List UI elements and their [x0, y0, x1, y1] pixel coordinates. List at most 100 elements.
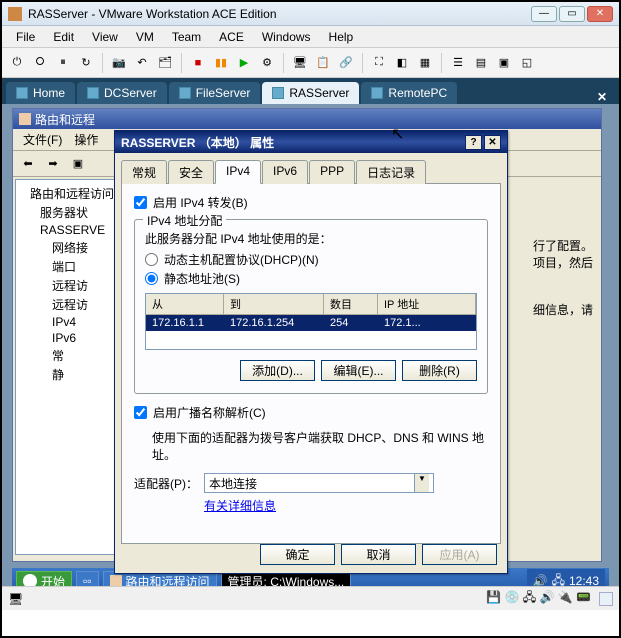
suspend-icon[interactable]: ⏸	[52, 52, 74, 74]
tab-remotepc[interactable]: RemotePC	[361, 82, 457, 104]
menu-team[interactable]: Team	[164, 28, 209, 46]
tree-server[interactable]: RASSERVE	[18, 222, 112, 238]
ip-assignment-group: IPv4 地址分配 此服务器分配 IPv4 地址使用的是： 动态主机配置协议(D…	[134, 219, 488, 394]
tab-security[interactable]: 安全	[168, 160, 214, 184]
menu-ace[interactable]: ACE	[211, 28, 252, 46]
chevron-down-icon[interactable]: ▼	[414, 474, 429, 492]
add-button[interactable]: 添加(D)...	[240, 360, 315, 381]
up-icon[interactable]: ▣	[67, 153, 89, 175]
tab-general[interactable]: 常规	[121, 160, 167, 184]
titlebar: RASServer - VMware Workstation ACE Editi…	[2, 2, 619, 26]
settings-icon[interactable]: ⚙	[256, 52, 278, 74]
tab-ipv6[interactable]: IPv6	[262, 160, 308, 184]
group-legend: IPv4 地址分配	[143, 212, 226, 229]
apply-button[interactable]: 应用(A)	[422, 544, 497, 565]
tree-nic[interactable]: 网络接	[18, 238, 112, 257]
revert-icon[interactable]: ↶	[131, 52, 153, 74]
manage-snap-icon[interactable]: 🗂	[154, 52, 176, 74]
properties-dialog: RASSERVER （本地） 属性 ? ✕ 常规 安全 IPv4 IPv6 PP…	[114, 130, 508, 574]
capture-icon[interactable]: 📋	[312, 52, 334, 74]
ok-button[interactable]: 确定	[260, 544, 335, 565]
chk-forward-box[interactable]	[134, 196, 147, 209]
vm-icon	[371, 87, 383, 99]
dialog-close-icon[interactable]: ✕	[484, 135, 501, 150]
chk-forward[interactable]: 启用 IPv4 转发(B)	[134, 194, 488, 211]
edit-button[interactable]: 编辑(E)...	[321, 360, 396, 381]
menu-edit[interactable]: Edit	[45, 28, 82, 46]
console-icon[interactable]: ▣	[493, 52, 515, 74]
radio-dhcp[interactable]: 动态主机配置协议(DHCP)(N)	[145, 251, 477, 268]
table-row[interactable]: 172.16.1.1 172.16.1.254 254 172.1...	[146, 315, 476, 331]
tree-gen[interactable]: 常	[18, 346, 112, 365]
menubar: File Edit View VM Team ACE Windows Help	[2, 26, 619, 48]
tree-ipv6[interactable]: IPv6	[18, 330, 112, 346]
tab-ppp[interactable]: PPP	[309, 160, 355, 184]
table-header: 从 到 数目 IP 地址	[146, 294, 476, 315]
rras-menu-action[interactable]: 操作	[68, 129, 104, 150]
snapshot-icon[interactable]: 📷	[108, 52, 130, 74]
unity-icon[interactable]: ◧	[391, 52, 413, 74]
group-text: 此服务器分配 IPv4 地址使用的是：	[145, 230, 477, 247]
adapter-combo[interactable]: 本地连接 ▼	[204, 473, 434, 493]
grab-icon[interactable]	[599, 592, 613, 606]
tab-dcserver[interactable]: DCServer	[77, 82, 167, 104]
dialog-title: RASSERVER （本地） 属性 ? ✕	[115, 131, 507, 153]
tab-rasserver[interactable]: RASServer	[262, 82, 359, 104]
network-icon[interactable]: 🔗	[335, 52, 357, 74]
maximize-button[interactable]: ▭	[559, 6, 585, 22]
rras-menu-file[interactable]: 文件(F)	[17, 129, 68, 150]
table-empty	[146, 331, 476, 349]
menu-file[interactable]: File	[8, 28, 43, 46]
close-button[interactable]: ✕	[587, 6, 613, 22]
power-off-icon[interactable]: ⭘	[29, 52, 51, 74]
fwd-icon[interactable]: ➡	[42, 153, 64, 175]
rras-title: 路由和远程	[13, 109, 601, 129]
radio-static[interactable]: 静态地址池(S)	[145, 270, 477, 287]
tab-close-icon[interactable]: ✕	[589, 90, 615, 104]
cancel-button[interactable]: 取消	[341, 544, 416, 565]
device-icons[interactable]: 💾 💿 🖧 🔊 🔌 📟	[486, 588, 591, 609]
window-title: RASServer - VMware Workstation ACE Editi…	[28, 7, 277, 21]
status-icon: 🖥	[8, 592, 23, 606]
chk-broadcast[interactable]: 启用广播名称解析(C)	[134, 404, 488, 421]
dialog-body: 启用 IPv4 转发(B) IPv4 地址分配 此服务器分配 IPv4 地址使用…	[121, 184, 501, 544]
chk-broadcast-box[interactable]	[134, 406, 147, 419]
vm-icon	[87, 87, 99, 99]
menu-view[interactable]: View	[84, 28, 126, 46]
tree-status[interactable]: 服务器状	[18, 203, 112, 222]
address-pool-table[interactable]: 从 到 数目 IP 地址 172.16.1.1 172.16.1.254 254…	[145, 293, 477, 350]
home-icon	[16, 87, 28, 99]
app-icon	[8, 7, 22, 21]
help-icon[interactable]: ?	[465, 135, 482, 150]
power-on-icon[interactable]: ⏻	[6, 52, 28, 74]
back-icon[interactable]: ⬅	[17, 153, 39, 175]
menu-windows[interactable]: Windows	[254, 28, 319, 46]
stop-icon[interactable]: ■	[187, 52, 209, 74]
menu-help[interactable]: Help	[321, 28, 362, 46]
tree-ra1[interactable]: 远程访	[18, 276, 112, 295]
menu-vm[interactable]: VM	[128, 28, 162, 46]
tab-fileserver[interactable]: FileServer	[169, 82, 261, 104]
tree-ports[interactable]: 端口	[18, 257, 112, 276]
sidebar-icon[interactable]: ☰	[447, 52, 469, 74]
minimize-button[interactable]: —	[531, 6, 557, 22]
fullscreen-icon[interactable]: ⛶	[368, 52, 390, 74]
tree-root[interactable]: 路由和远程访问	[18, 184, 112, 203]
screen-icon[interactable]: 🖥	[289, 52, 311, 74]
tree-static[interactable]: 静	[18, 365, 112, 384]
pause-icon[interactable]: ▮▮	[210, 52, 232, 74]
delete-button[interactable]: 删除(R)	[402, 360, 477, 381]
rras-tree[interactable]: 路由和远程访问 服务器状 RASSERVE 网络接 端口 远程访 远程访 IPv…	[15, 179, 115, 555]
tree-ra2[interactable]: 远程访	[18, 295, 112, 314]
play-icon[interactable]: ▶	[233, 52, 255, 74]
tree-ipv4[interactable]: IPv4	[18, 314, 112, 330]
tab-ipv4[interactable]: IPv4	[215, 160, 261, 184]
reset-icon[interactable]: ↻	[75, 52, 97, 74]
summary-icon[interactable]: ◱	[516, 52, 538, 74]
thumbnail-icon[interactable]: ▤	[470, 52, 492, 74]
toolbar: ⏻ ⭘ ⏸ ↻ 📷 ↶ 🗂 ■ ▮▮ ▶ ⚙ 🖥 📋 🔗 ⛶ ◧ ▦ ☰ ▤ ▣…	[2, 48, 619, 78]
tab-log[interactable]: 日志记录	[356, 160, 426, 184]
more-info-link[interactable]: 有关详细信息	[204, 499, 276, 513]
tab-home[interactable]: Home	[6, 82, 75, 104]
view-icon[interactable]: ▦	[414, 52, 436, 74]
